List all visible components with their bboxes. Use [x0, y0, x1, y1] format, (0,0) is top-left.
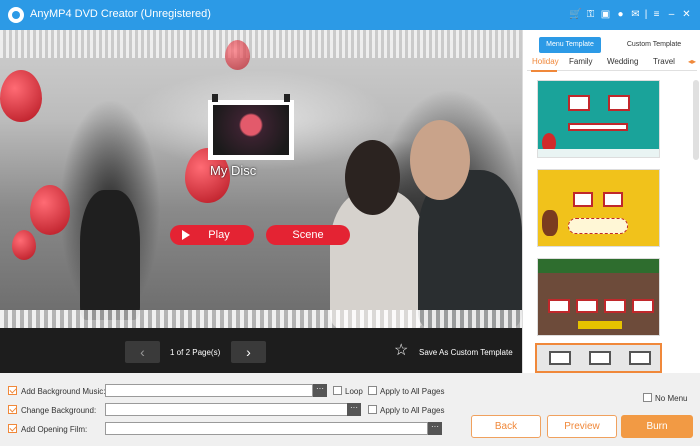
tab-menu-template[interactable]: Menu Template: [539, 37, 601, 53]
add-opening-film-checkbox[interactable]: [8, 424, 17, 433]
background-browse-button[interactable]: ···: [347, 403, 361, 416]
template-scrollbar[interactable]: [693, 80, 699, 160]
burn-button[interactable]: Burn: [621, 415, 693, 438]
prev-page-button[interactable]: ‹: [125, 341, 160, 363]
pin-icon: [284, 94, 290, 102]
feedback-icon[interactable]: ✉: [628, 8, 643, 22]
thumbnail-frame: [573, 192, 593, 207]
user-icon[interactable]: ●: [613, 8, 628, 22]
thumbnail-frame: [549, 351, 571, 365]
pin-icon: [212, 94, 218, 102]
category-wedding[interactable]: Wedding: [607, 57, 638, 66]
page-indicator: 1 of 2 Page(s): [170, 348, 221, 357]
apply-all-pages-background-checkbox[interactable]: [368, 405, 377, 414]
menu-icon[interactable]: ≡: [649, 8, 664, 22]
background-music-browse-button[interactable]: ···: [313, 384, 327, 397]
play-button[interactable]: Play: [170, 225, 254, 245]
play-icon: [182, 230, 190, 240]
save-icon[interactable]: ▣: [598, 8, 613, 22]
star-icon[interactable]: ☆: [394, 343, 408, 359]
back-button[interactable]: Back: [471, 415, 541, 438]
template-thumbnail[interactable]: [537, 169, 660, 247]
add-opening-film-label: Add Opening Film:: [21, 425, 88, 434]
loop-checkbox[interactable]: [333, 386, 342, 395]
opening-film-browse-button[interactable]: ···: [428, 422, 442, 435]
template-panel: Menu Template Custom Template Holiday Fa…: [522, 30, 700, 373]
scene-label: Scene: [292, 229, 324, 241]
woman-head: [345, 140, 400, 215]
category-row: Holiday Family Wedding Travel: [523, 57, 700, 70]
change-background-label: Change Background:: [21, 406, 97, 415]
snow-ground: [538, 149, 659, 157]
category-holiday[interactable]: Holiday: [532, 57, 559, 66]
cart-icon[interactable]: 🛒: [568, 8, 583, 22]
play-label: Play: [208, 229, 230, 241]
template-thumbnail[interactable]: [537, 80, 660, 158]
thumbnail-frame: [576, 299, 598, 313]
heart-balloon: [30, 185, 70, 235]
page-navigation-bar: ‹ 1 of 2 Page(s) › ☆ Save As Custom Temp…: [0, 328, 522, 373]
reindeer-decoration: [542, 210, 558, 236]
close-icon[interactable]: ✕: [679, 8, 694, 22]
loop-label: Loop: [345, 387, 363, 396]
scene-button[interactable]: Scene: [266, 225, 350, 245]
apply-all-pages-music-checkbox[interactable]: [368, 386, 377, 395]
bottom-controls: Add Background Music: ··· Loop Apply to …: [0, 373, 700, 446]
disc-thumbnail-frame[interactable]: [208, 94, 294, 160]
template-thumbnail-selected[interactable]: [535, 343, 662, 373]
thumbnail-cloud: [568, 218, 628, 234]
key-icon[interactable]: ⚿: [583, 8, 598, 22]
app-title: AnyMP4 DVD Creator (Unregistered): [30, 8, 211, 20]
background-figure: [80, 190, 140, 320]
template-thumbnail[interactable]: [537, 258, 660, 336]
opening-film-field[interactable]: [105, 422, 428, 435]
change-background-checkbox[interactable]: [8, 405, 17, 414]
thumbnail-frame: [548, 299, 570, 313]
active-category-indicator: [531, 70, 557, 72]
menu-preview: My Disc Play Scene: [0, 30, 522, 328]
category-family[interactable]: Family: [569, 57, 593, 66]
minimize-icon[interactable]: –: [664, 8, 679, 22]
title-bar: AnyMP4 DVD Creator (Unregistered) 🛒 ⚿ ▣ …: [0, 0, 700, 30]
thumbnail-frame: [589, 351, 611, 365]
thumbnail-frame: [603, 192, 623, 207]
disc-title[interactable]: My Disc: [210, 163, 310, 178]
background-music-field[interactable]: [105, 384, 313, 397]
thumbnail-frame: [629, 351, 651, 365]
category-scroll-arrows[interactable]: ◂▸: [688, 57, 696, 66]
disc-thumbnail: [213, 105, 289, 155]
man-head: [410, 120, 470, 200]
thumbnail-frame: [604, 299, 626, 313]
tab-custom-template[interactable]: Custom Template: [619, 37, 689, 53]
heart-balloon: [0, 70, 42, 122]
heart-balloon: [12, 230, 36, 260]
thumbnail-frame: [568, 95, 590, 111]
thumbnail-bar: [568, 123, 628, 131]
title-bar-icons: 🛒 ⚿ ▣ ● ✉ | ≡ – ✕: [568, 8, 694, 22]
app-logo-icon: [8, 7, 24, 23]
heart-balloon: [225, 40, 250, 70]
no-menu-checkbox[interactable]: [643, 393, 652, 402]
apply-all-pages-music-label: Apply to All Pages: [380, 387, 445, 396]
add-background-music-checkbox[interactable]: [8, 386, 17, 395]
add-background-music-label: Add Background Music:: [21, 387, 106, 396]
thumbnail-frame: [632, 299, 654, 313]
save-as-custom-template-button[interactable]: Save As Custom Template: [419, 348, 513, 357]
lace-border: [0, 310, 522, 328]
thumbnail-frame: [608, 95, 630, 111]
category-travel[interactable]: Travel: [653, 57, 675, 66]
preview-button[interactable]: Preview: [547, 415, 617, 438]
next-page-button[interactable]: ›: [231, 341, 266, 363]
background-field[interactable]: [105, 403, 348, 416]
no-menu-label: No Menu: [655, 394, 688, 403]
thumbnail-bar: [578, 321, 622, 329]
lace-decoration: [0, 30, 522, 58]
pine-decoration: [538, 259, 659, 273]
apply-all-pages-background-label: Apply to All Pages: [380, 406, 445, 415]
